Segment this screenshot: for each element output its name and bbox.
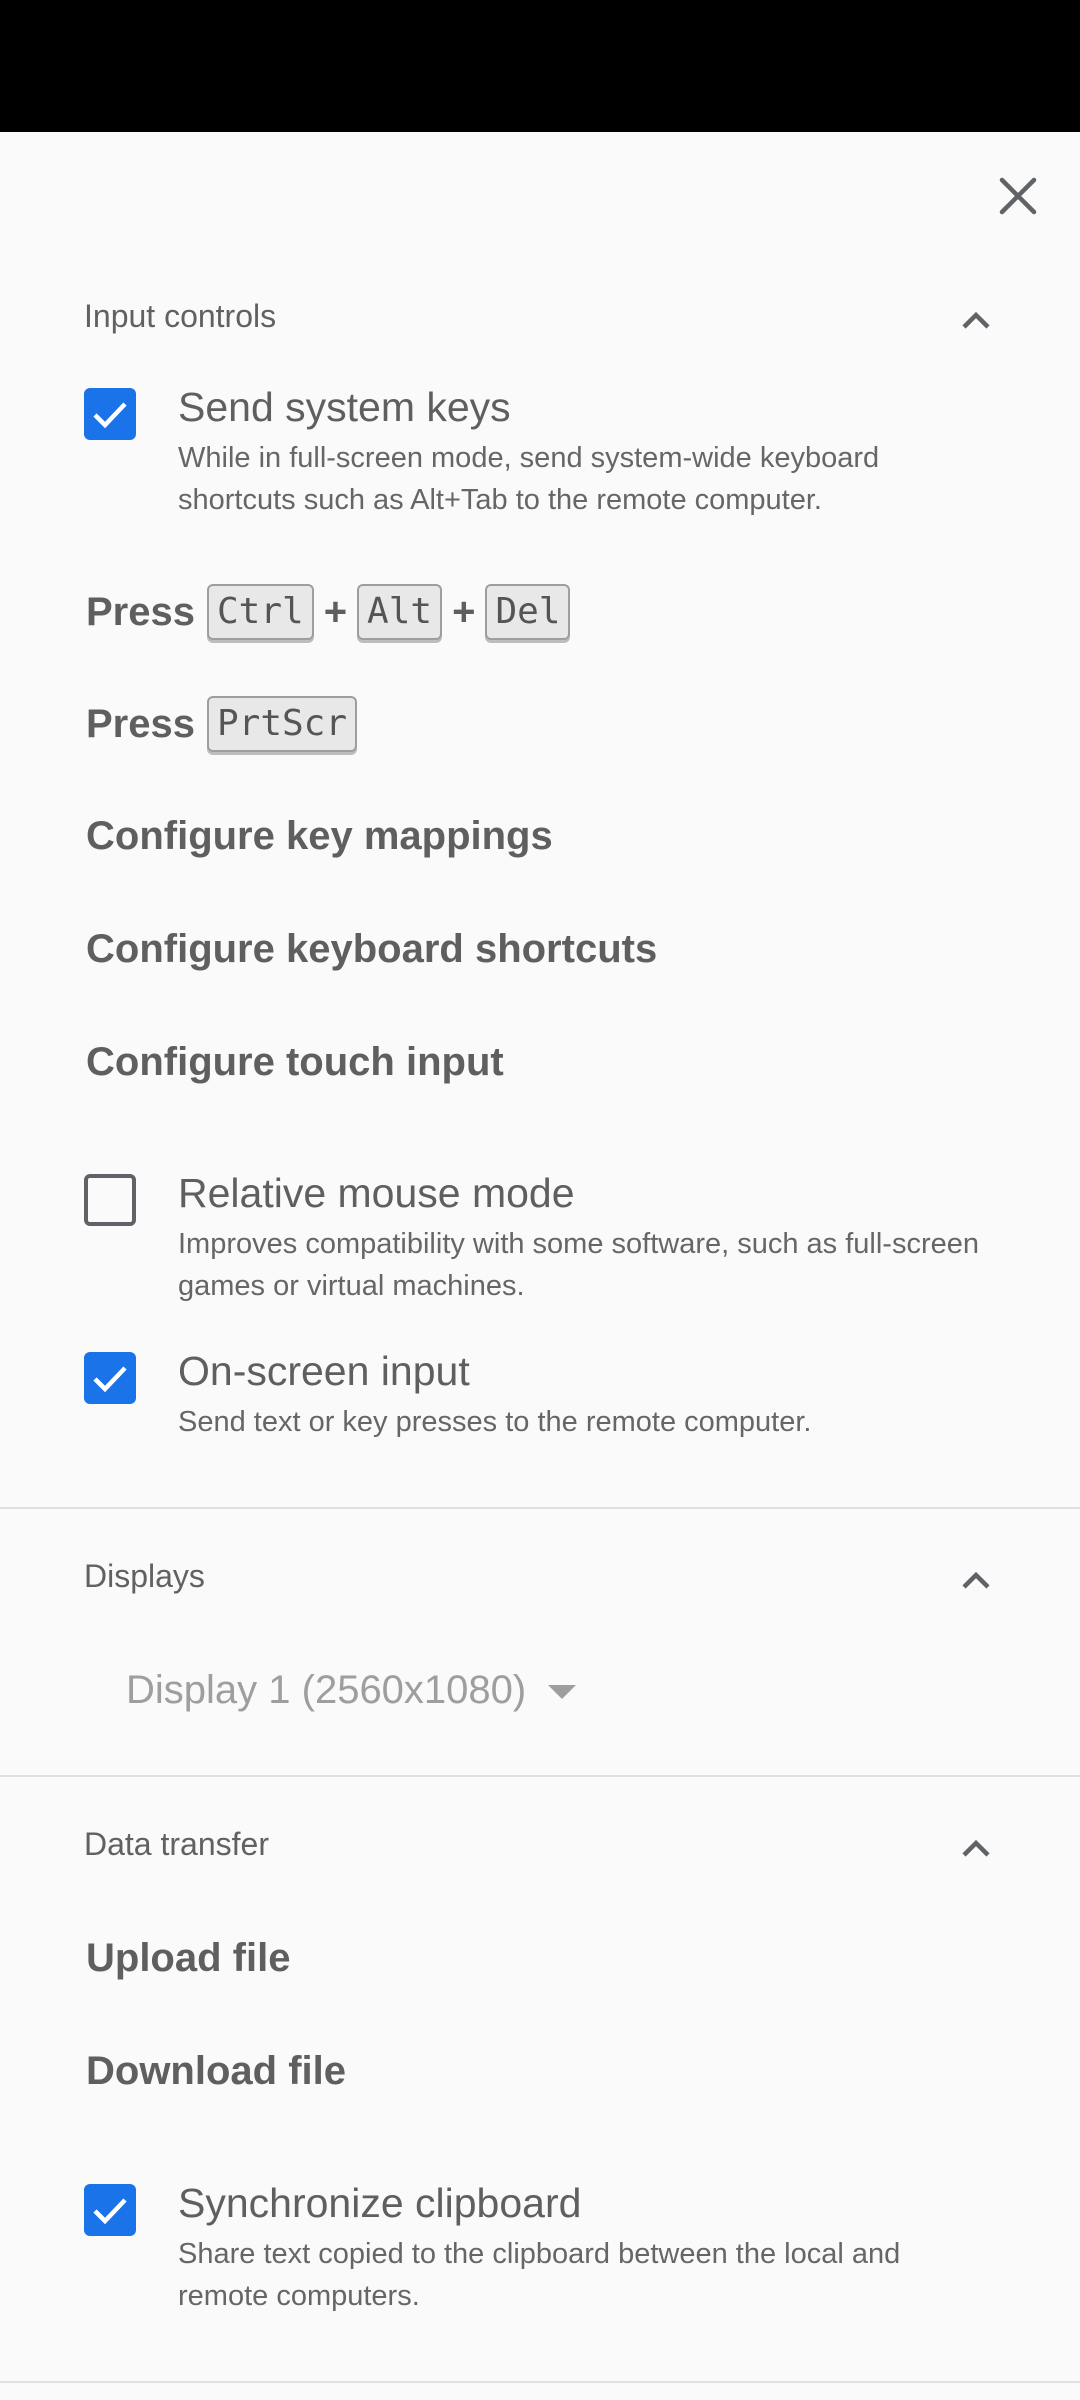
chevron-up-icon[interactable] xyxy=(956,1828,996,1868)
section-title: Data transfer xyxy=(84,1826,269,1862)
display-select-value: Display 1 (2560x1080) xyxy=(126,1667,527,1712)
input-controls-header[interactable]: Input controls xyxy=(84,288,996,348)
section-title: Input controls xyxy=(84,298,277,334)
check-icon xyxy=(93,2198,127,2225)
relative-mouse-desc: Improves compatibility with some softwar… xyxy=(178,1228,980,1302)
key-ctrl: Ctrl xyxy=(206,584,314,640)
divider xyxy=(0,1775,1080,1777)
status-bar xyxy=(0,0,1080,132)
divider xyxy=(0,1507,1080,1509)
key-alt: Alt xyxy=(357,584,443,640)
configure-keyboard-shortcuts[interactable]: Configure keyboard shortcuts xyxy=(86,927,657,972)
sync-clipboard-desc: Share text copied to the clipboard betwe… xyxy=(178,2238,901,2312)
send-system-keys-desc: While in full-screen mode, send system-w… xyxy=(178,442,880,516)
close-icon xyxy=(999,177,1037,215)
onscreen-input-desc: Send text or key presses to the remote c… xyxy=(178,1406,812,1438)
send-system-keys-checkbox[interactable] xyxy=(84,388,136,440)
relative-mouse-title: Relative mouse mode xyxy=(178,1170,575,1216)
data-transfer-header[interactable]: Data transfer xyxy=(84,1816,996,1876)
check-icon xyxy=(93,402,127,429)
onscreen-input-checkbox[interactable] xyxy=(84,1352,136,1404)
configure-touch-input[interactable]: Configure touch input xyxy=(86,1040,504,1085)
key-del: Del xyxy=(485,584,571,640)
sync-clipboard-checkbox[interactable] xyxy=(84,2184,136,2236)
press-prtscr-button[interactable]: Press PrtScr xyxy=(86,694,363,754)
press-label: Press xyxy=(86,701,195,746)
plus-sign: + xyxy=(452,589,476,634)
section-title: Displays xyxy=(84,1558,205,1594)
divider xyxy=(0,2381,1080,2383)
relative-mouse-checkbox[interactable] xyxy=(84,1174,136,1226)
dropdown-caret-icon xyxy=(548,1685,577,1699)
displays-header[interactable]: Displays xyxy=(84,1548,996,1608)
press-label: Press xyxy=(86,589,195,634)
plus-sign: + xyxy=(323,589,348,634)
press-ctrl-alt-del-button[interactable]: Press Ctrl + Alt + Del xyxy=(86,582,576,642)
check-icon xyxy=(93,1366,127,1393)
upload-file[interactable]: Upload file xyxy=(86,1936,290,1981)
chevron-up-icon[interactable] xyxy=(956,1560,996,1600)
display-select[interactable]: Display 1 (2560x1080) xyxy=(126,1660,577,1720)
close-button[interactable] xyxy=(990,168,1046,224)
onscreen-input-title: On-screen input xyxy=(178,1348,470,1394)
download-file[interactable]: Download file xyxy=(86,2049,346,2094)
key-prtscr: PrtScr xyxy=(206,696,358,752)
sync-clipboard-title: Synchronize clipboard xyxy=(178,2180,582,2226)
configure-key-mappings[interactable]: Configure key mappings xyxy=(86,814,553,859)
send-system-keys-title: Send system keys xyxy=(178,384,511,430)
chevron-up-icon[interactable] xyxy=(956,300,996,340)
